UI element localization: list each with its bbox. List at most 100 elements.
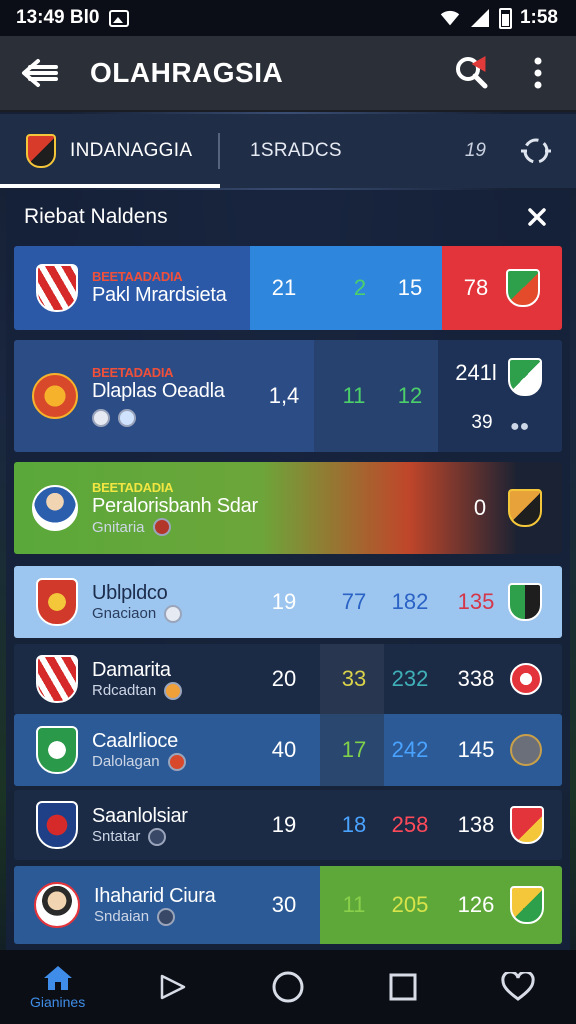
status-time-right: 1:58 xyxy=(519,7,558,28)
league-label: BEETADADIA xyxy=(92,480,174,495)
team-badge-icon xyxy=(152,518,171,536)
status-time-left: 13:49 Bl0 xyxy=(16,7,100,28)
team-crest-icon xyxy=(36,264,78,312)
stat-value: 0 xyxy=(473,495,487,520)
team-badge-icon xyxy=(157,907,176,926)
stat-value: 40 xyxy=(271,737,297,762)
panel-header: Riebat Naldens xyxy=(6,190,570,244)
stat-value: 135 xyxy=(457,589,495,614)
tab-1sradcs[interactable]: 1SRADCS xyxy=(220,114,465,188)
stat-value: 20 xyxy=(271,666,297,691)
page-title: OLAHRAGSIA xyxy=(90,57,284,88)
team-name: Dlaplas Oeadla xyxy=(92,380,225,402)
table-row[interactable]: BEETADADIA Peralorisbanh Sdar Gnitaria 0 xyxy=(14,462,562,554)
team-badge-icon xyxy=(167,752,186,771)
opponent-crest-icon xyxy=(508,489,542,527)
arrow-left-icon xyxy=(22,59,58,87)
cell-signal-icon xyxy=(470,9,489,27)
team-crest-icon xyxy=(36,801,78,849)
table-row[interactable]: Damarita Rdcadtan 20 33 232 338 xyxy=(14,644,562,714)
status-bar: 13:49 Bl0 1:58 xyxy=(0,0,576,36)
nav-home-label: Gianines xyxy=(29,994,86,1010)
stat-value: 241l xyxy=(455,360,497,385)
filter-button[interactable] xyxy=(514,129,558,173)
team-name: Ihaharid Ciura xyxy=(94,884,216,907)
stat-value: 1,4 xyxy=(268,383,300,408)
tab-label: INDANAGGIA xyxy=(70,140,193,161)
nav-recents[interactable] xyxy=(373,957,433,1017)
back-button[interactable] xyxy=(20,53,60,93)
stat-value: 39 xyxy=(471,412,493,433)
opponent-crest-icon xyxy=(508,583,542,621)
team-name: Peralorisbanh Sdar xyxy=(92,495,258,517)
stat-value: 30 xyxy=(271,892,297,917)
team-crest-icon xyxy=(36,726,78,774)
opponent-crest-icon xyxy=(506,269,540,307)
table-row[interactable]: Saanlolsiar Sntatar 19 18 258 138 xyxy=(14,790,562,860)
table-row[interactable]: Caalrlioce Dalolagan 40 17 242 145 xyxy=(14,714,562,786)
more-icon: ●● xyxy=(510,418,530,435)
team-subtitle: Gnaciaon xyxy=(92,605,157,622)
stat-value: 19 xyxy=(271,812,297,837)
team-crest-icon xyxy=(36,655,78,703)
opponent-crest-icon xyxy=(510,806,544,844)
player-icon xyxy=(92,409,110,427)
stat-value: 11 xyxy=(342,892,366,917)
team-name: Damarita xyxy=(92,658,171,681)
stat-value: 21 xyxy=(271,275,297,300)
stat-value: 242 xyxy=(391,737,429,762)
stat-value: 78 xyxy=(463,275,489,300)
stat-value: 19 xyxy=(271,589,297,614)
nav-home-circle[interactable] xyxy=(258,957,318,1017)
stat-value: 17 xyxy=(341,737,367,762)
table-row[interactable]: Ihaharid Ciura Sndaian 30 11 205 126 xyxy=(14,866,562,944)
stat-value: 232 xyxy=(391,666,429,691)
stat-value: 182 xyxy=(391,589,429,614)
stat-value: 205 xyxy=(391,892,429,917)
panel-title: Riebat Naldens xyxy=(24,205,168,228)
nav-back[interactable] xyxy=(143,957,203,1017)
league-label: BEETAADADIA xyxy=(92,269,183,284)
search-button[interactable] xyxy=(450,51,494,95)
opponent-crest-icon xyxy=(508,358,542,396)
more-options-button[interactable] xyxy=(516,51,560,95)
wifi-icon xyxy=(440,10,460,26)
opponent-crest-icon xyxy=(510,663,542,695)
tab-indanaggia[interactable]: INDANAGGIA xyxy=(0,114,220,188)
stat-value: 12 xyxy=(397,383,423,408)
nav-favorites[interactable] xyxy=(488,957,548,1017)
team-badge-icon xyxy=(164,681,183,700)
stat-value: 145 xyxy=(457,737,495,762)
heart-icon xyxy=(501,972,535,1001)
close-button[interactable] xyxy=(522,202,552,232)
stat-value: 138 xyxy=(457,812,495,837)
table-row[interactable]: Ublpldco Gnaciaon 19 77 182 135 xyxy=(14,566,562,638)
stat-value: 18 xyxy=(341,812,367,837)
back-triangle-icon xyxy=(160,974,186,1000)
square-icon xyxy=(389,973,417,1001)
team-name: Pakl Mrardsieta xyxy=(92,284,227,306)
league-label: BEETADADIA xyxy=(92,365,174,380)
stat-value: 15 xyxy=(397,275,423,300)
more-vertical-icon xyxy=(534,57,542,89)
tab-label: 1SRADCS xyxy=(250,140,342,161)
circle-icon xyxy=(272,971,304,1003)
team-crest-icon xyxy=(32,373,78,419)
table-row[interactable]: BEETADADIA Dlaplas Oeadla 1,4 11 12 241l… xyxy=(14,340,562,452)
team-name: Saanlolsiar xyxy=(92,804,188,827)
team-crest-icon xyxy=(36,578,78,626)
nav-home[interactable]: Gianines xyxy=(28,957,88,1017)
stat-value: 11 xyxy=(342,383,366,408)
tab-bar: INDANAGGIA 1SRADCS 19 xyxy=(0,114,576,188)
tab-count: 19 xyxy=(464,140,486,161)
team-subtitle: Gnitaria xyxy=(92,518,145,536)
standings-panel: Riebat Naldens BEETAADADIA Pakl Mrardsie… xyxy=(6,190,570,950)
stat-value: 126 xyxy=(457,892,495,917)
stat-value: 33 xyxy=(341,666,367,691)
team-subtitle: Sntatar xyxy=(92,828,141,845)
team-badge-icon xyxy=(148,827,167,846)
opponent-crest-icon xyxy=(510,734,542,766)
stat-value: 258 xyxy=(391,812,429,837)
table-row[interactable]: BEETAADADIA Pakl Mrardsieta 21 2 15 78 xyxy=(14,246,562,330)
home-icon xyxy=(43,966,72,990)
